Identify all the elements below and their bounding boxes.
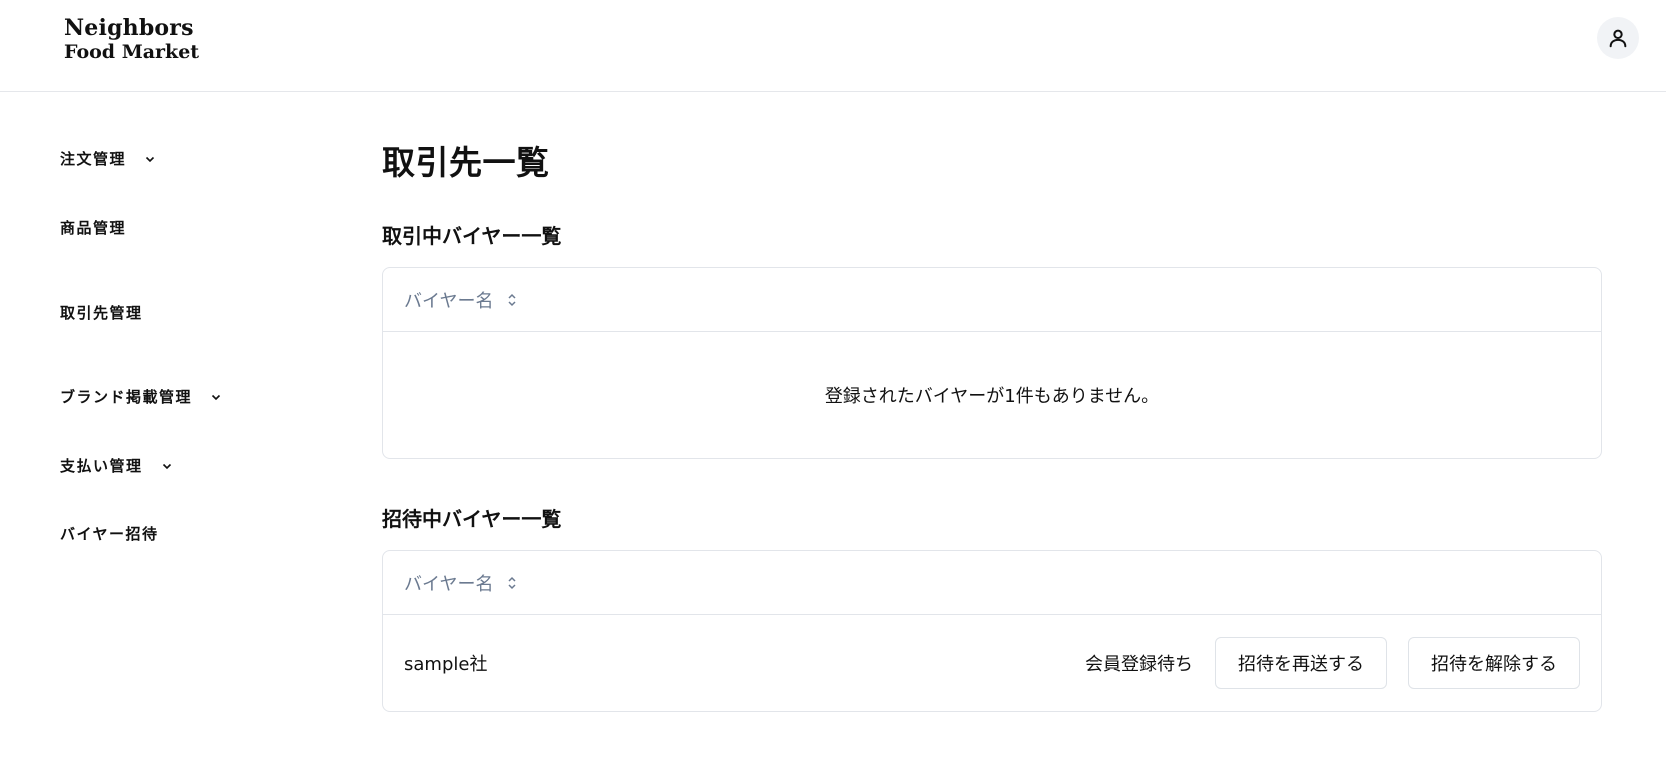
- sidebar-item-label: 注文管理: [60, 150, 127, 168]
- sidebar-nav: 注文管理 商品管理 取引先管理 ブランド掲載管理 支払い管理 バイヤー招待: [0, 92, 340, 784]
- user-icon: [1609, 29, 1627, 48]
- chevron-down-icon: [210, 391, 222, 403]
- sidebar-item-invite-buyer[interactable]: バイヤー招待: [60, 523, 159, 544]
- buyer-name: sample社: [404, 654, 488, 675]
- user-menu-button[interactable]: [1597, 17, 1639, 59]
- active-buyers-table: バイヤー名 登録されたバイヤーが1件もありません。: [382, 267, 1602, 459]
- empty-state-message: 登録されたバイヤーが1件もありません。: [824, 386, 1160, 407]
- active-buyers-title: 取引中バイヤー一覧: [382, 224, 562, 248]
- sidebar-item-products[interactable]: 商品管理: [60, 217, 126, 238]
- column-label: バイヤー名: [404, 290, 494, 312]
- column-label: バイヤー名: [404, 573, 494, 595]
- sidebar-item-payments[interactable]: 支払い管理: [60, 455, 173, 476]
- brand-logo[interactable]: Neighbors Food Market: [64, 16, 199, 64]
- sidebar-item-label: 支払い管理: [60, 457, 143, 475]
- table-header: バイヤー名: [383, 268, 1601, 332]
- top-header: Neighbors Food Market: [0, 0, 1666, 92]
- chevron-down-icon: [144, 153, 156, 165]
- invited-buyers-title: 招待中バイヤー一覧: [382, 507, 562, 531]
- resend-invite-button[interactable]: 招待を再送する: [1215, 637, 1387, 689]
- sidebar-item-label: 取引先管理: [60, 304, 143, 322]
- chevron-down-icon: [161, 460, 173, 472]
- table-header: バイヤー名: [383, 551, 1601, 615]
- cancel-invite-button[interactable]: 招待を解除する: [1408, 637, 1580, 689]
- page-title: 取引先一覧: [382, 143, 550, 182]
- sort-icon: [507, 575, 517, 591]
- buyer-name-sort-header[interactable]: バイヤー名: [404, 570, 517, 596]
- sidebar-item-orders[interactable]: 注文管理: [60, 148, 156, 169]
- sidebar-item-label: 商品管理: [60, 219, 127, 237]
- logo-line-2: Food Market: [64, 41, 200, 63]
- buyer-name-sort-header[interactable]: バイヤー名: [404, 287, 517, 313]
- logo-line-1: Neighbors: [64, 15, 194, 41]
- sort-icon: [507, 292, 517, 308]
- table-row: sample社 会員登録待ち 招待を再送する 招待を解除する: [383, 615, 1601, 711]
- sidebar-item-label: バイヤー招待: [60, 525, 159, 543]
- sidebar-item-label: ブランド掲載管理: [60, 388, 193, 406]
- invited-buyers-table: バイヤー名 sample社 会員登録待ち 招待を再送する 招待を解除する: [382, 550, 1602, 712]
- sidebar-item-partners[interactable]: 取引先管理: [60, 302, 143, 323]
- status-text: 会員登録待ち: [1085, 654, 1193, 675]
- sidebar-item-brand-listing[interactable]: ブランド掲載管理: [60, 386, 222, 407]
